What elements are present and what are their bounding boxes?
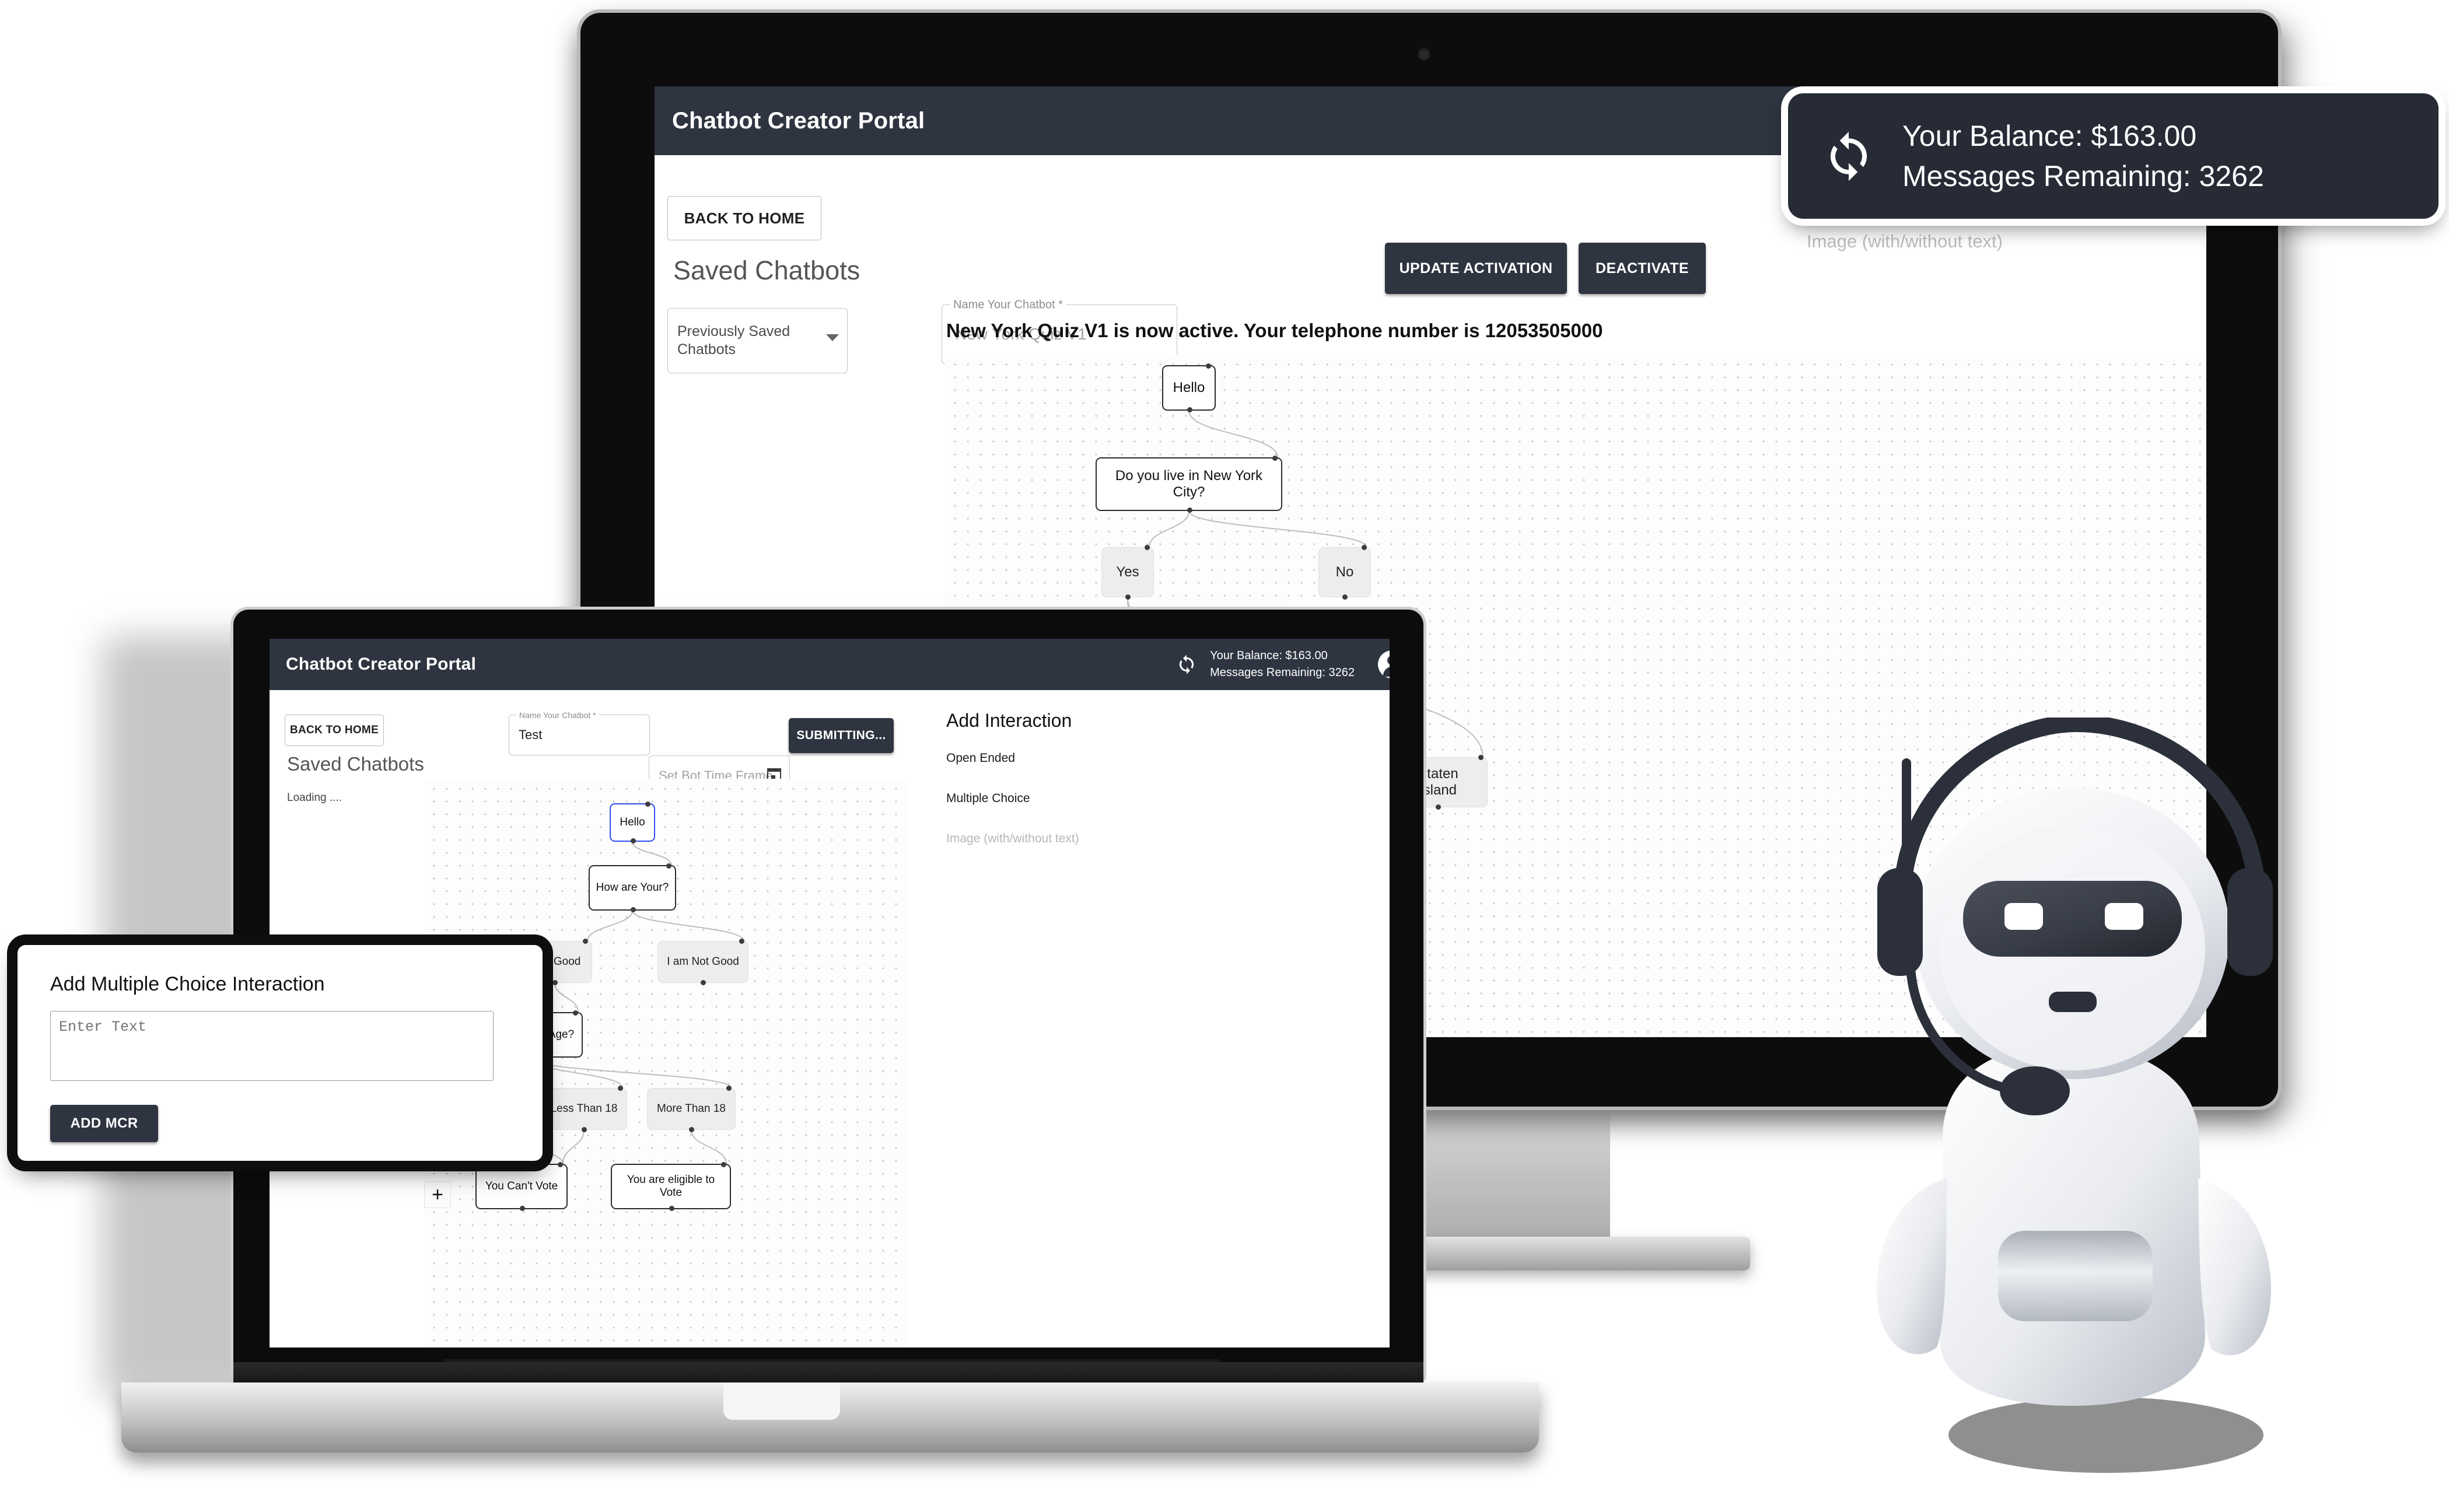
laptop-interaction-image: Image (with/without text): [946, 832, 1079, 845]
sync-icon: [1179, 654, 1194, 674]
callout-balance-text: Your Balance: $163.00: [1902, 119, 2197, 152]
flow-node-label: More Than 18: [657, 1102, 726, 1115]
flow-node-output-port[interactable]: [1342, 594, 1348, 600]
monitor-back-to-home-button[interactable]: BACK TO HOME: [667, 196, 821, 240]
laptop-interaction-multiple-choice[interactable]: Multiple Choice: [946, 792, 1168, 806]
flow-node-input-port[interactable]: [573, 1010, 578, 1016]
monitor-activation-status-message: New York Quiz V1 is now active. Your tel…: [946, 320, 1603, 341]
flow-node-input-port[interactable]: [1206, 363, 1211, 369]
flow-node-input-port[interactable]: [618, 1086, 623, 1091]
flow-node-input-port[interactable]: [645, 802, 650, 807]
flow-node-output-port[interactable]: [552, 980, 558, 985]
flow-node[interactable]: You are eligible to Vote: [611, 1162, 731, 1211]
flow-node-label: I am Not Good: [667, 956, 739, 968]
laptop-interaction-open-ended[interactable]: Open Ended: [946, 751, 1168, 765]
flow-node-input-port[interactable]: [1362, 545, 1367, 550]
flow-node-output-port[interactable]: [669, 1206, 674, 1211]
laptop-trackpad-notch: [723, 1382, 840, 1420]
laptop-chatbot-name-field[interactable]: Name Your Chatbot * Test: [509, 710, 650, 755]
monitor-deactivate-button[interactable]: DEACTIVATE: [1579, 243, 1706, 294]
flow-node[interactable]: I am Not Good: [657, 939, 748, 985]
monitor-app-title: Chatbot Creator Portal: [672, 107, 925, 134]
laptop-submitting-button[interactable]: SUBMITTING...: [789, 718, 894, 753]
laptop-back-to-home-button[interactable]: BACK TO HOME: [285, 715, 384, 746]
flow-node-label: You Can't Vote: [485, 1180, 558, 1193]
sync-icon: [1830, 131, 1867, 181]
monitor-interaction-image: Image (with/without text): [1807, 231, 2003, 251]
laptop-app-bar: Chatbot Creator Portal Your Balance: $16…: [270, 639, 1390, 690]
flow-node[interactable]: You Can't Vote: [475, 1162, 568, 1211]
laptop-saved-chatbots-heading: Saved Chatbots: [287, 753, 424, 775]
flow-node[interactable]: Less Than 18: [541, 1086, 627, 1132]
flow-node-output-port[interactable]: [1187, 508, 1192, 513]
callout-messages-text: Messages Remaining: 3262: [1902, 159, 2264, 192]
flow-node-label: Hello: [1173, 380, 1205, 396]
flow-node[interactable]: Hello: [610, 802, 655, 844]
laptop-chatbot-name-value: Test: [519, 727, 543, 742]
laptop-zoom-in-button[interactable]: +: [424, 1181, 451, 1208]
add-multiple-choice-dialog: Add Multiple Choice Interaction ADD MCR: [18, 945, 543, 1161]
monitor-chatbot-name-label: Name Your Chatbot *: [950, 298, 1066, 312]
laptop-chatbot-name-label: Name Your Chatbot *: [516, 710, 599, 720]
flow-node-output-port[interactable]: [631, 907, 636, 912]
flow-node-input-port[interactable]: [726, 1086, 732, 1091]
flow-node-output-port[interactable]: [520, 1206, 525, 1211]
laptop-balance-block[interactable]: Your Balance: $163.00 Messages Remaining…: [1176, 648, 1355, 681]
chatbot-mascot: [1877, 718, 2273, 1406]
flow-node[interactable]: Do you live in New York City?: [1096, 456, 1282, 513]
balance-callout[interactable]: Your Balance: $163.00 Messages Remaining…: [1788, 93, 2438, 219]
flow-node-label: How are Your?: [596, 881, 669, 894]
flow-node-output-port[interactable]: [1187, 407, 1192, 412]
laptop-add-interaction-heading: Add Interaction: [946, 710, 1072, 731]
flow-node-label: You are eligible to Vote: [627, 1174, 715, 1199]
flow-node-input-port[interactable]: [1145, 545, 1150, 550]
add-mcr-button[interactable]: ADD MCR: [50, 1105, 158, 1142]
chevron-down-icon: [826, 334, 839, 341]
flow-node-label: No: [1335, 564, 1354, 580]
monitor-saved-chatbots-select[interactable]: Previously Saved Chatbots: [667, 308, 848, 373]
flow-node-input-port[interactable]: [666, 863, 671, 869]
flow-node-output-port[interactable]: [701, 980, 706, 985]
monitor-update-activation-button[interactable]: UPDATE ACTIVATION: [1385, 243, 1567, 294]
flow-node[interactable]: No: [1318, 545, 1371, 600]
flow-node-label: Hello: [620, 816, 645, 829]
flow-node-label: Do you live in New York City?: [1115, 468, 1263, 500]
monitor-webcam-icon: [1418, 48, 1430, 61]
flow-node-input-port[interactable]: [721, 1162, 726, 1167]
laptop-balance-text: Your Balance: $163.00: [1210, 649, 1328, 662]
flow-node-input-port[interactable]: [583, 939, 588, 944]
flow-node-output-port[interactable]: [689, 1127, 694, 1132]
flow-node[interactable]: How are Your?: [589, 863, 676, 912]
flow-node-label: Less Than 18: [550, 1102, 618, 1115]
monitor-saved-chatbots-heading: Saved Chatbots: [673, 256, 860, 285]
flow-node-output-port[interactable]: [1125, 594, 1131, 600]
flow-node-output-port[interactable]: [582, 1127, 587, 1132]
flow-node-output-port[interactable]: [631, 838, 636, 844]
laptop-add-interaction-panel: Add Interaction Open Ended Multiple Choi…: [946, 710, 1168, 872]
flow-node-input-port[interactable]: [739, 939, 744, 944]
flow-node[interactable]: More Than 18: [647, 1086, 736, 1132]
flow-node-label: Yes: [1116, 564, 1139, 580]
laptop-loading-text: Loading ....: [287, 792, 342, 804]
flow-node-input-port[interactable]: [1478, 755, 1484, 760]
laptop-messages-text: Messages Remaining: 3262: [1210, 666, 1355, 679]
laptop-app-title: Chatbot Creator Portal: [286, 654, 477, 674]
flow-node[interactable]: Yes: [1101, 545, 1154, 600]
account-circle-icon[interactable]: [1378, 650, 1390, 678]
mcr-text-input[interactable]: [50, 1011, 494, 1081]
flow-node-output-port[interactable]: [1436, 804, 1441, 810]
monitor-saved-chatbots-select-value: Previously Saved Chatbots: [677, 323, 790, 358]
mcr-dialog-heading: Add Multiple Choice Interaction: [50, 973, 325, 995]
flow-node-input-port[interactable]: [1272, 456, 1278, 461]
flow-node-input-port[interactable]: [558, 1162, 563, 1167]
flow-node[interactable]: Hello: [1162, 363, 1216, 412]
